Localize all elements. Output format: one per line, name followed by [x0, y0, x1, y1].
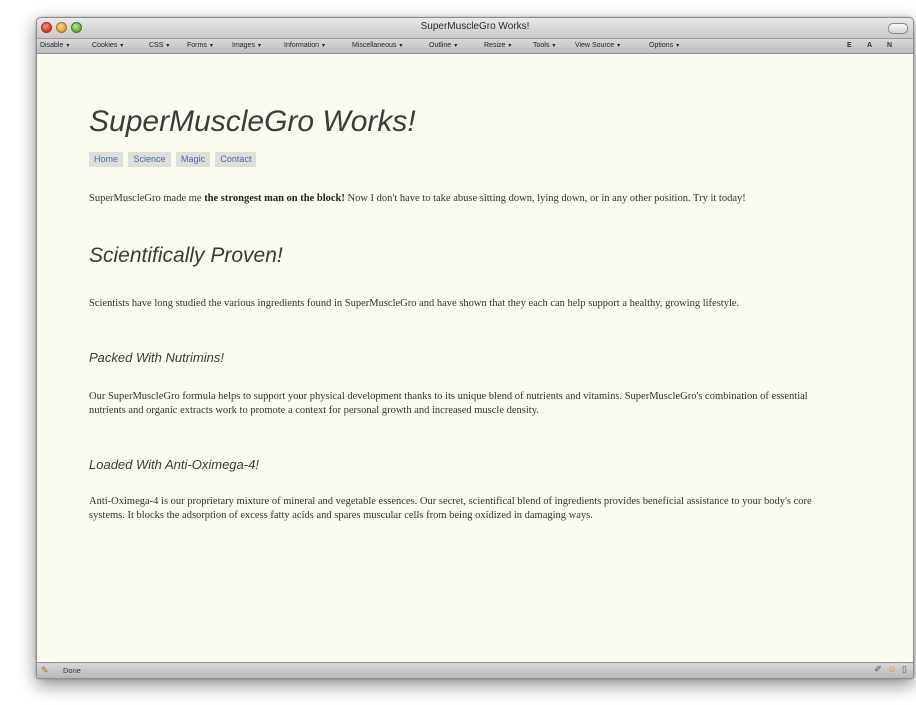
intro-paragraph: SuperMuscleGro made me the strongest man…: [89, 193, 746, 204]
nav-link-home[interactable]: Home: [89, 152, 124, 167]
firebug-icon[interactable]: ✎: [41, 665, 49, 676]
intro-emphasis: the strongest man on the block!: [204, 193, 345, 204]
page-content: SuperMuscleGro Works! Home Science Magic…: [37, 54, 913, 663]
nav-link-contact[interactable]: Contact: [215, 152, 257, 167]
title-bar: SuperMuscleGro Works!: [37, 18, 913, 39]
dropdown-arrow-icon: ▾: [209, 43, 213, 49]
network-flag[interactable]: N: [887, 42, 892, 49]
menu-outline[interactable]: Outline ▾: [429, 42, 457, 49]
dropdown-arrow-icon: ▾: [166, 43, 170, 49]
menu-miscellaneous[interactable]: Miscellaneous ▾: [352, 42, 402, 49]
dropdown-arrow-icon: ▾: [322, 43, 326, 49]
web-developer-toolbar: Disable ▾ Cookies ▾ CSS ▾ Forms ▾ Images ▾ In…: [37, 39, 913, 54]
smiley-icon[interactable]: ☺: [887, 664, 896, 674]
menu-options[interactable]: Options ▾: [649, 42, 679, 49]
dropdown-arrow-icon: ▾: [508, 43, 512, 49]
page-title: SuperMuscleGro Works!: [89, 105, 416, 138]
error-flag[interactable]: E: [847, 42, 852, 49]
dropdown-arrow-icon: ▾: [66, 43, 70, 49]
menu-tools[interactable]: Tools ▾: [533, 42, 555, 49]
menu-information[interactable]: Information ▾: [284, 42, 325, 49]
menu-forms[interactable]: Forms ▾: [187, 42, 213, 49]
dropdown-arrow-icon: ▾: [552, 43, 556, 49]
oximega-paragraph: Anti-Oximega-4 is our proprietary mixtur…: [89, 496, 812, 521]
window-title: SuperMuscleGro Works!: [420, 21, 530, 32]
menu-resize[interactable]: Resize ▾: [484, 42, 511, 49]
toolbar-toggle-button[interactable]: [888, 23, 908, 34]
status-text: Done: [63, 666, 81, 675]
menu-images[interactable]: Images ▾: [232, 42, 261, 49]
nav-link-magic[interactable]: Magic: [175, 152, 210, 167]
dropdown-arrow-icon: ▾: [676, 43, 680, 49]
browser-window: SuperMuscleGro Works! Disable ▾ Cookies ▾ …: [36, 17, 914, 679]
dropdown-arrow-icon: ▾: [399, 43, 403, 49]
scientifically-proven-heading: Scientifically Proven!: [89, 244, 283, 267]
dropdown-arrow-icon: ▾: [454, 43, 458, 49]
dropdown-arrow-icon: ▾: [617, 43, 621, 49]
nutrimins-paragraph: Our SuperMuscleGro formula helps to supp…: [89, 391, 808, 416]
menu-disable[interactable]: Disable ▾: [40, 42, 69, 49]
menu-cookies[interactable]: Cookies ▾: [92, 42, 123, 49]
nav-link-science[interactable]: Science: [128, 152, 171, 167]
status-icons: ✐ ☺ ▯: [871, 664, 907, 675]
accessibility-flag[interactable]: A: [867, 42, 872, 49]
dropdown-arrow-icon: ▾: [120, 43, 124, 49]
dropdown-arrow-icon: ▾: [257, 43, 261, 49]
science-paragraph: Scientists have long studied the various…: [89, 298, 740, 309]
status-bar: ✎ Done ✐ ☺ ▯: [37, 662, 913, 678]
page-icon[interactable]: ▯: [902, 664, 907, 674]
nutrimins-heading: Packed With Nutrimins!: [89, 350, 224, 365]
menu-css[interactable]: CSS ▾: [149, 42, 169, 49]
menu-view-source[interactable]: View Source ▾: [575, 42, 620, 49]
oximega-heading: Loaded With Anti-Oximega-4!: [89, 457, 259, 472]
pencil-icon[interactable]: ✐: [874, 664, 882, 674]
nav-bar: Home Science Magic Contact: [89, 149, 257, 167]
